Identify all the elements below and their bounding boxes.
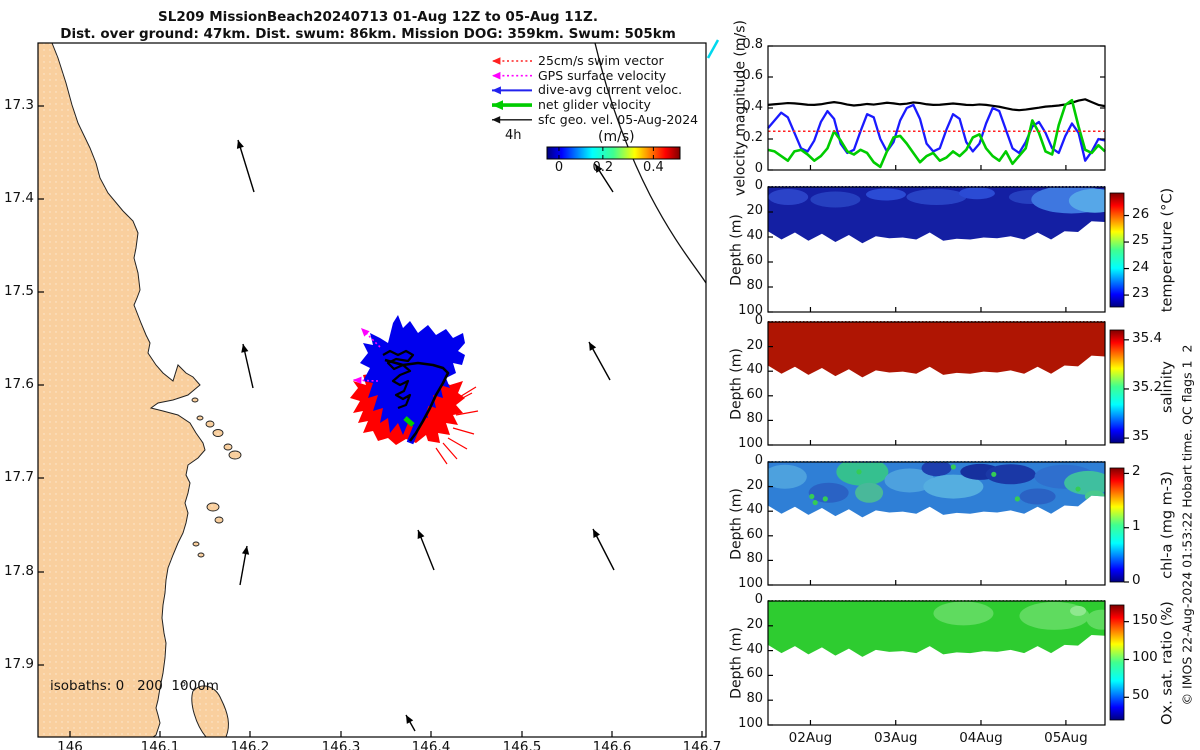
section-panel-oxygen-saturation — [767, 600, 1129, 726]
section-colorbar — [1109, 329, 1125, 444]
islet — [180, 681, 186, 687]
section-dot — [1014, 496, 1020, 502]
figure-graphics — [37, 39, 1129, 738]
section-patch — [768, 189, 809, 205]
velocity-axes-box — [767, 45, 1106, 171]
section-dot — [991, 471, 997, 477]
series-net-glider-velocity — [767, 98, 1106, 169]
swim-vector-stray — [442, 442, 458, 460]
gps-velocity-arrow-head — [361, 328, 370, 337]
glider-mission-figure: { "header": { "title_line1": "SL209 Miss… — [0, 0, 1200, 750]
section-colorbar — [1109, 604, 1125, 721]
geo-velocity-arrow-head — [241, 344, 249, 353]
geo-velocity-arrow-head — [236, 140, 244, 149]
series-sfc-geo-vel-05-aug-2024 — [767, 98, 1106, 112]
section-patch — [865, 188, 906, 201]
section-dot — [809, 493, 815, 500]
island — [206, 502, 220, 512]
section-patch — [906, 189, 967, 205]
island — [223, 443, 233, 451]
legend-arrow-head — [492, 71, 501, 80]
swim-vector-stray — [447, 437, 468, 450]
swim-vector-stray — [435, 447, 448, 465]
section-dot — [822, 496, 828, 502]
section-fill — [768, 322, 1105, 378]
legend-arrow-head — [492, 86, 501, 95]
section-patch — [1019, 488, 1056, 505]
section-dot — [1075, 486, 1081, 492]
section-patch — [933, 601, 994, 626]
island — [192, 541, 200, 547]
isobath-line — [594, 42, 707, 284]
section-panel-salinity — [767, 321, 1129, 446]
island — [197, 552, 205, 558]
swim-vector-stray — [457, 386, 477, 399]
section-patch — [1084, 490, 1105, 503]
section-dot — [856, 469, 862, 475]
island — [214, 516, 224, 524]
section-patch — [1070, 605, 1087, 616]
section-colorbar — [1109, 192, 1125, 308]
island — [212, 429, 224, 437]
legend-arrow-head — [492, 57, 501, 65]
mainland-coastline — [37, 42, 206, 738]
velocity-panel — [767, 45, 1106, 171]
section-patch — [808, 482, 849, 503]
geo-velocity-arrow-head — [595, 164, 603, 173]
section-panel-chl-a — [767, 461, 1129, 586]
section-colorbar — [1109, 467, 1125, 583]
section-patch — [768, 464, 807, 489]
legend-arrow-head — [492, 100, 503, 111]
island — [228, 450, 242, 460]
legend-arrow-head — [492, 116, 501, 124]
island — [205, 420, 215, 428]
geo-velocity-arrow-head — [241, 546, 250, 555]
section-panel-temperature — [767, 186, 1129, 313]
legend-colorbar — [546, 146, 681, 160]
series-dive-avg-current-veloc- — [767, 103, 1106, 162]
island-large — [191, 685, 229, 738]
highlight-vector — [706, 39, 720, 59]
island — [191, 397, 199, 403]
section-patch — [958, 187, 995, 200]
swim-vector-stray — [452, 427, 475, 435]
map-panel — [37, 39, 720, 738]
island — [196, 415, 204, 421]
section-patch — [810, 191, 861, 208]
section-dot — [812, 499, 818, 506]
section-dot — [950, 464, 956, 470]
section-patch — [855, 482, 884, 503]
